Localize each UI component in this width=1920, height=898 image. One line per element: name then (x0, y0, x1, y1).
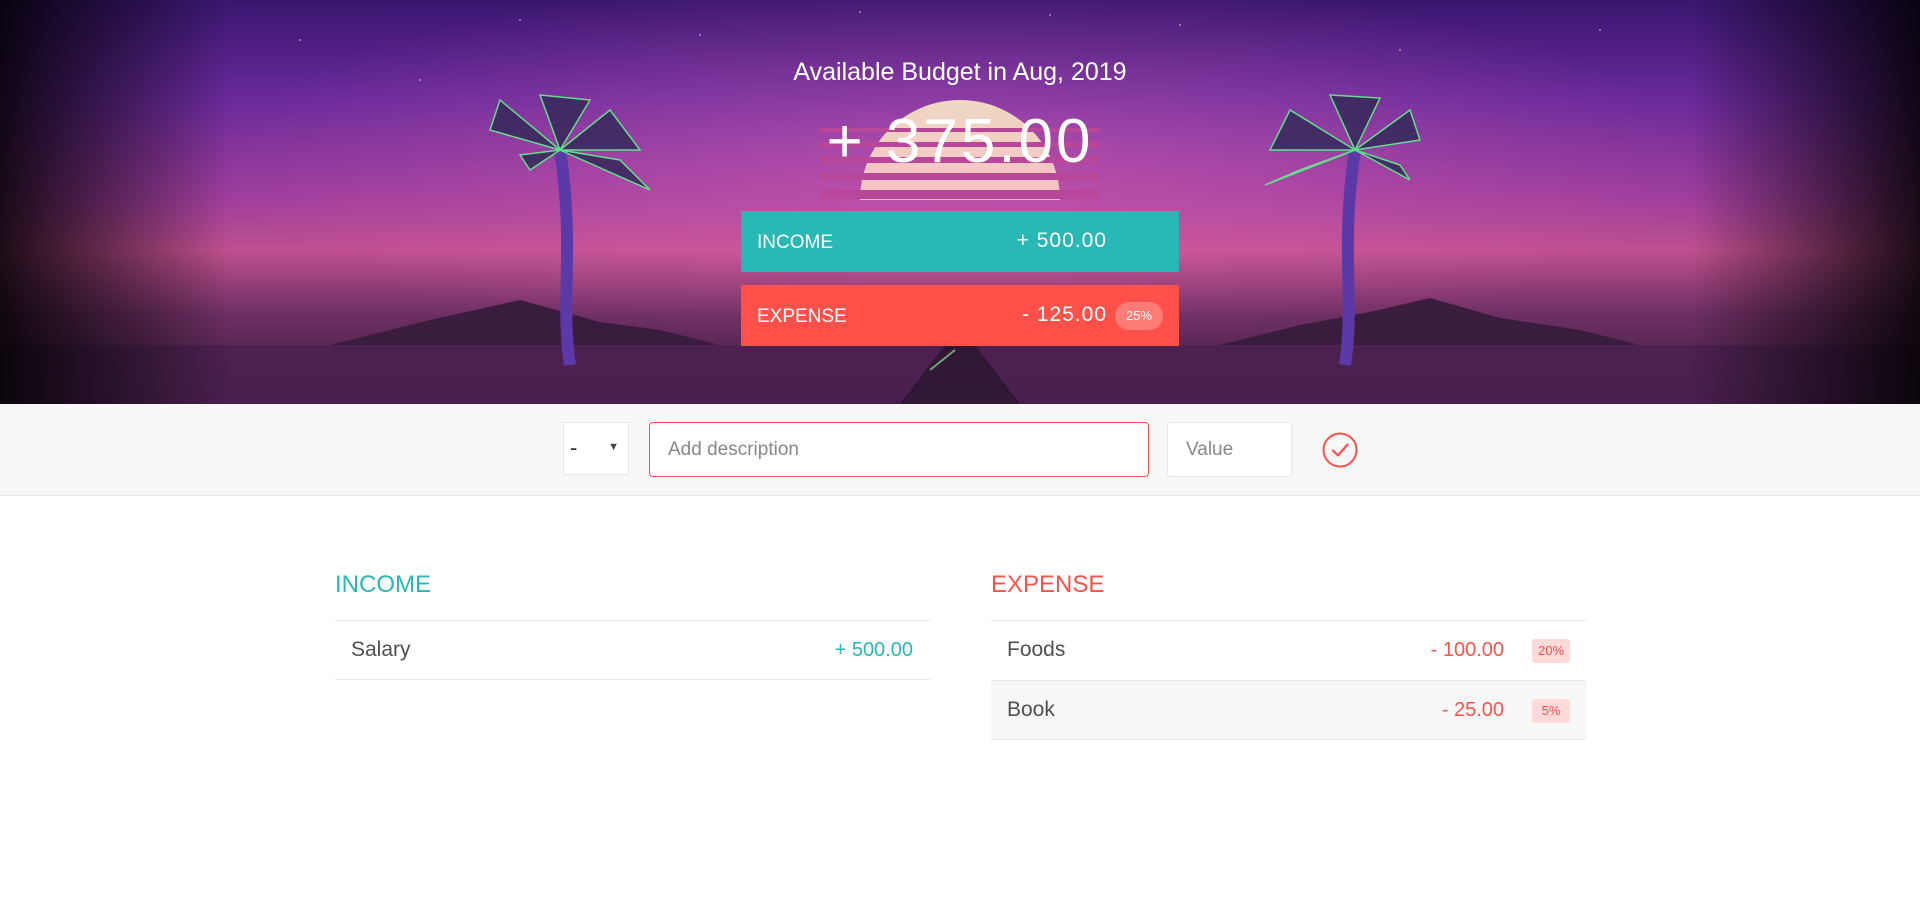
expense-list: Foods - 100.00 20% Book - 25.00 5% (991, 620, 1586, 740)
list-item[interactable]: Book - 25.00 5% (991, 680, 1586, 740)
expense-summary-value: - 125.00 (1021, 303, 1107, 326)
income-summary: INCOME + 500.00 (741, 211, 1179, 272)
expense-summary-label: EXPENSE (757, 306, 847, 327)
checkmark-circle-icon (1322, 432, 1358, 468)
available-budget-value: + 375.00 (826, 107, 1094, 176)
add-item-bar: - ▼ (0, 404, 1920, 496)
income-list: Salary + 500.00 (335, 620, 930, 680)
item-percentage-badge: 20% (1532, 639, 1570, 663)
item-value: - 25.00 (1441, 699, 1504, 721)
income-list-title: INCOME (335, 571, 431, 598)
description-input[interactable] (649, 422, 1149, 477)
chevron-down-icon: ▼ (608, 441, 619, 453)
budget-title: Available Budget in Aug, 2019 (793, 58, 1127, 86)
item-description: Book (1007, 698, 1055, 721)
item-value: + 500.00 (834, 639, 913, 661)
expense-list-section: EXPENSE Foods - 100.00 20% Book - 25.00 … (991, 560, 1586, 740)
add-item-button[interactable] (1322, 432, 1358, 468)
type-select-value: - (570, 435, 578, 460)
value-input[interactable] (1167, 422, 1292, 477)
expense-list-title: EXPENSE (991, 571, 1105, 598)
expense-summary: EXPENSE - 125.00 25% (741, 285, 1179, 346)
item-description: Foods (1007, 638, 1066, 661)
expense-summary-percentage-badge: 25% (1115, 302, 1163, 330)
income-list-section: INCOME Salary + 500.00 (335, 560, 930, 680)
item-description: Salary (351, 638, 411, 661)
income-summary-label: INCOME (757, 232, 833, 253)
list-item[interactable]: Salary + 500.00 (335, 620, 930, 680)
income-summary-value: + 500.00 (1016, 229, 1107, 252)
item-value: - 100.00 (1430, 639, 1504, 661)
type-select[interactable]: - ▼ (563, 422, 629, 475)
item-percentage-badge: 5% (1532, 699, 1570, 723)
list-item[interactable]: Foods - 100.00 20% (991, 620, 1586, 680)
budget-header: Available Budget in Aug, 2019 + 375.00 I… (0, 0, 1920, 404)
